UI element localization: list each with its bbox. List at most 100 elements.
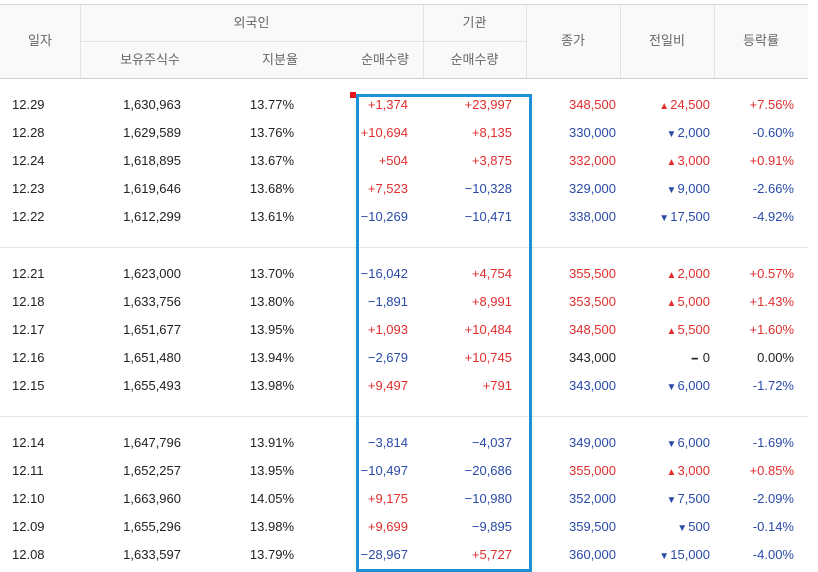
holding-shares-cell: 1,663,960 (123, 491, 181, 506)
table-row: 12.16 1,651,480 13.94% −2,679 +10,745 343,000… (0, 344, 808, 372)
triangle-up-icon: ▲ (666, 298, 677, 309)
date-cell: 12.09 (12, 519, 45, 534)
triangle-up-icon: ▲ (666, 157, 677, 168)
change-cell: ▲24,500 (659, 91, 710, 119)
change-value: 0 (702, 350, 710, 365)
foreign-net-cell: +1,374 (367, 97, 408, 112)
change-cell: ▼6,000 (666, 372, 710, 400)
institution-net-cell: −4,037 (471, 435, 512, 450)
institution-net-cell: +3,875 (471, 153, 512, 168)
change-rate-cell: -2.09% (752, 491, 794, 506)
date-cell: 12.29 (12, 97, 45, 112)
triangle-up-icon: ▲ (666, 326, 677, 337)
table-row: 12.29 1,630,963 13.77% +1,374 +23,997 348,500… (0, 91, 808, 119)
triangle-down-icon: ▼ (666, 382, 677, 393)
foreign-net-cell: +7,523 (367, 181, 408, 196)
change-value: 3,000 (677, 463, 710, 478)
triangle-down-icon: ▼ (666, 495, 677, 506)
change-rate-cell: +0.91% (749, 153, 794, 168)
foreign-net-cell: −10,497 (360, 463, 408, 478)
foreign-net-cell: −3,814 (367, 435, 408, 450)
holding-ratio-cell: 13.79% (249, 547, 294, 562)
holding-ratio-cell: 13.94% (249, 350, 294, 365)
group-separator (0, 247, 808, 248)
foreign-net-cell: +9,497 (367, 378, 408, 393)
institution-net-cell: −10,471 (464, 209, 512, 224)
table-row: 12.08 1,633,597 13.79% −28,967 +5,727 360,000… (0, 541, 808, 569)
table-row: 12.11 1,652,257 13.95% −10,497 −20,686 355,00… (0, 457, 808, 485)
table-row: 12.09 1,655,296 13.98% +9,699 −9,895 359,500 ▼… (0, 513, 808, 541)
date-cell: 12.17 (12, 322, 45, 337)
change-rate-cell: -4.00% (752, 547, 794, 562)
holding-ratio-cell: 13.95% (249, 463, 294, 478)
foreign-net-cell: −1,891 (367, 294, 408, 309)
header-rate: 등락률 (743, 33, 779, 48)
close-price-cell: 349,000 (569, 435, 616, 450)
change-cell: ▲5,500 (666, 316, 710, 344)
holding-shares-cell: 1,633,756 (123, 294, 181, 309)
change-value: 6,000 (677, 435, 710, 450)
change-rate-cell: +1.60% (749, 322, 794, 337)
holding-shares-cell: 1,652,257 (123, 463, 181, 478)
holding-ratio-cell: 13.76% (249, 125, 294, 140)
table-row: 12.15 1,655,493 13.98% +9,497 +791 343,000 ▼6,… (0, 372, 808, 400)
close-price-cell: 360,000 (569, 547, 616, 562)
holding-ratio-cell: 13.98% (249, 519, 294, 534)
table-row: 12.22 1,612,299 13.61% −10,269 −10,471 338,00… (0, 203, 808, 231)
date-cell: 12.10 (12, 491, 45, 506)
change-value: 5,000 (677, 294, 710, 309)
group-separator (0, 416, 808, 417)
triangle-up-icon: ▲ (659, 101, 670, 112)
header-holding-ratio: 지분율 (262, 52, 298, 67)
holding-ratio-cell: 13.61% (249, 209, 294, 224)
institution-net-cell: −20,686 (464, 463, 512, 478)
holding-shares-cell: 1,619,646 (123, 181, 181, 196)
header-close: 종가 (561, 33, 585, 48)
table-row: 12.17 1,651,677 13.95% +1,093 +10,484 348,500… (0, 316, 808, 344)
table-row: 12.28 1,629,589 13.76% +10,694 +8,135 330,000… (0, 119, 808, 147)
close-price-cell: 338,000 (569, 209, 616, 224)
institution-net-cell: +10,484 (464, 322, 512, 337)
change-cell: ▲3,000 (666, 147, 710, 175)
change-value: 17,500 (670, 209, 710, 224)
holding-shares-cell: 1,618,895 (123, 153, 181, 168)
holding-shares-cell: 1,629,589 (123, 125, 181, 140)
change-rate-cell: -1.72% (752, 378, 794, 393)
triangle-down-icon: ▼ (666, 129, 677, 140)
change-value: 5,500 (677, 322, 710, 337)
close-price-cell: 355,000 (569, 463, 616, 478)
triangle-up-icon: ▲ (666, 270, 677, 281)
holding-shares-cell: 1,633,597 (123, 547, 181, 562)
change-rate-cell: -4.92% (752, 209, 794, 224)
date-cell: 12.08 (12, 547, 45, 562)
triangle-down-icon: ▼ (659, 213, 670, 224)
table-row: 12.24 1,618,895 13.67% +504 +3,875 332,000 ▲3,… (0, 147, 808, 175)
institution-net-cell: −9,895 (471, 519, 512, 534)
holding-shares-cell: 1,630,963 (123, 97, 181, 112)
foreign-net-cell: −16,042 (360, 266, 408, 281)
close-price-cell: 332,000 (569, 153, 616, 168)
change-rate-cell: 0.00% (757, 350, 794, 365)
foreign-net-cell: +9,175 (367, 491, 408, 506)
holding-ratio-cell: 13.68% (249, 181, 294, 196)
header-foreign-net: 순매수량 (361, 52, 409, 67)
holding-shares-cell: 1,651,677 (123, 322, 181, 337)
institution-net-cell: −10,980 (464, 491, 512, 506)
foreign-net-cell: −10,269 (360, 209, 408, 224)
holding-ratio-cell: 13.91% (249, 435, 294, 450)
change-value: 2,000 (677, 125, 710, 140)
date-cell: 12.14 (12, 435, 45, 450)
table-row: 12.23 1,619,646 13.68% +7,523 −10,328 329,000… (0, 175, 808, 203)
change-value: 2,000 (677, 266, 710, 281)
triangle-up-icon: ▲ (666, 467, 677, 478)
change-cell: ▼9,000 (666, 175, 710, 203)
close-price-cell: 330,000 (569, 125, 616, 140)
close-price-cell: 343,000 (569, 378, 616, 393)
header-institution-net: 순매수량 (450, 52, 499, 67)
header-date: 일자 (28, 33, 52, 48)
institution-net-cell: +10,745 (464, 350, 512, 365)
close-price-cell: 355,500 (569, 266, 616, 281)
change-rate-cell: -2.66% (752, 181, 794, 196)
red-marker (350, 92, 356, 98)
close-price-cell: 353,500 (569, 294, 616, 309)
